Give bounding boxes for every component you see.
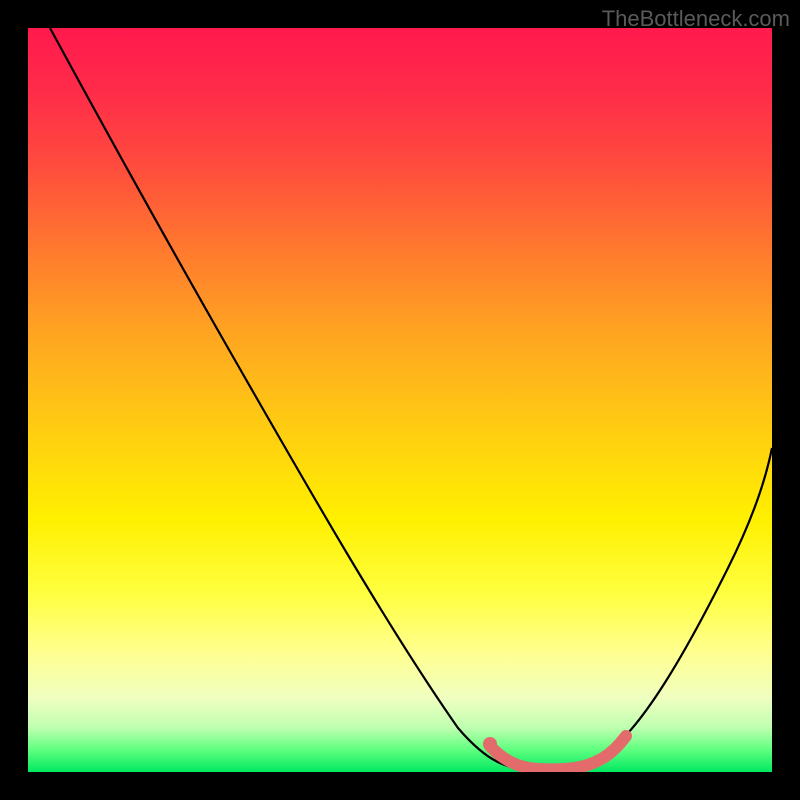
chart-plot-area	[28, 28, 772, 772]
bottleneck-curve-svg	[28, 28, 772, 772]
optimal-range-highlight	[490, 736, 626, 769]
watermark-text: TheBottleneck.com	[602, 6, 790, 32]
bottleneck-curve-path	[50, 28, 772, 770]
highlight-start-dot	[483, 737, 497, 751]
